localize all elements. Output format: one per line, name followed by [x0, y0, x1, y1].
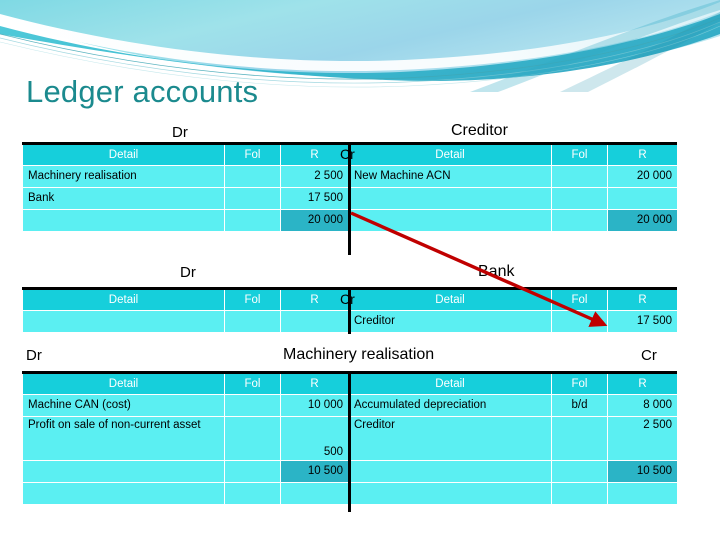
col-header-dr-amount: R: [280, 145, 349, 166]
cell-dr-fol: [224, 482, 281, 505]
cell-cr-amount: [607, 187, 678, 210]
cell-dr-fol: [224, 209, 281, 232]
cell-cr-fol: [551, 482, 608, 505]
cell-cr-detail: Creditor: [348, 416, 552, 461]
cell-dr-fol: [224, 394, 281, 417]
account-1-dr-label: Dr: [180, 264, 196, 281]
account-2-cr-label: Cr: [641, 347, 657, 364]
cell-cr-amount: 20 000: [607, 165, 678, 188]
account-1-name: Bank: [478, 263, 515, 280]
cell-cr-fol: b/d: [551, 394, 608, 417]
col-header-cr-detail: Detail: [348, 374, 552, 395]
col-header-dr-fol: Fol: [224, 145, 281, 166]
cell-dr-total: 20 000: [280, 209, 349, 232]
cell-cr-total: 20 000: [607, 209, 678, 232]
cell-dr-total: 10 500: [280, 460, 349, 483]
account-1-cr-label: Cr: [340, 291, 355, 307]
col-header-cr-detail: Detail: [348, 145, 552, 166]
cell-cr-amount: 2 500: [607, 416, 678, 461]
cell-cr-detail: [348, 460, 552, 483]
col-header-dr-detail: Detail: [22, 290, 225, 311]
cell-dr-fol: [224, 460, 281, 483]
account-2-centre-divider: [348, 374, 351, 512]
cell-cr-detail: New Machine ACN: [348, 165, 552, 188]
cell-cr-amount: [607, 482, 678, 505]
cell-dr-amount: 10 000: [280, 394, 349, 417]
cell-cr-detail: [348, 482, 552, 505]
col-header-cr-fol: Fol: [551, 374, 608, 395]
account-0-dr-label: Dr: [172, 124, 188, 141]
cell-dr-detail: Profit on sale of non-current asset: [22, 416, 225, 461]
cell-cr-fol: [551, 187, 608, 210]
cell-dr-detail: [22, 310, 225, 333]
cell-dr-amount: [280, 482, 349, 505]
col-header-dr-detail: Detail: [22, 145, 225, 166]
col-header-dr-fol: Fol: [224, 290, 281, 311]
page-title: Ledger accounts: [26, 74, 259, 109]
col-header-cr-amount: R: [607, 145, 678, 166]
cell-cr-detail: Accumulated depreciation: [348, 394, 552, 417]
cell-dr-amount: 2 500: [280, 165, 349, 188]
cell-dr-fol: [224, 310, 281, 333]
cell-dr-detail: [22, 209, 225, 232]
col-header-dr-amount: R: [280, 374, 349, 395]
cell-cr-total: 10 500: [607, 460, 678, 483]
cell-cr-fol: [551, 310, 608, 333]
cell-dr-amount: 500: [280, 416, 349, 461]
col-header-cr-fol: Fol: [551, 145, 608, 166]
col-header-cr-detail: Detail: [348, 290, 552, 311]
cell-dr-amount: [280, 310, 349, 333]
col-header-cr-amount: R: [607, 290, 678, 311]
cell-dr-fol: [224, 416, 281, 461]
col-header-dr-detail: Detail: [22, 374, 225, 395]
cell-dr-detail: Machine CAN (cost): [22, 394, 225, 417]
account-2-dr-label: Dr: [26, 347, 42, 364]
account-0-cr-label: Cr: [340, 146, 355, 162]
cell-cr-amount: 17 500: [607, 310, 678, 333]
cell-dr-amount: 17 500: [280, 187, 349, 210]
cell-dr-fol: [224, 165, 281, 188]
cell-cr-fol: [551, 416, 608, 461]
cell-cr-fol: [551, 165, 608, 188]
col-header-dr-fol: Fol: [224, 374, 281, 395]
cell-cr-amount: 8 000: [607, 394, 678, 417]
cell-dr-detail: [22, 482, 225, 505]
cell-dr-detail: Machinery realisation: [22, 165, 225, 188]
col-header-cr-fol: Fol: [551, 290, 608, 311]
cell-cr-detail: [348, 209, 552, 232]
cell-cr-detail: Creditor: [348, 310, 552, 333]
cell-cr-detail: [348, 187, 552, 210]
col-header-cr-amount: R: [607, 374, 678, 395]
col-header-dr-amount: R: [280, 290, 349, 311]
cell-cr-fol: [551, 209, 608, 232]
account-0-name: Creditor: [451, 122, 508, 139]
account-2-name: Machinery realisation: [283, 346, 435, 363]
cell-dr-detail: Bank: [22, 187, 225, 210]
cell-dr-fol: [224, 187, 281, 210]
cell-dr-detail: [22, 460, 225, 483]
cell-cr-fol: [551, 460, 608, 483]
